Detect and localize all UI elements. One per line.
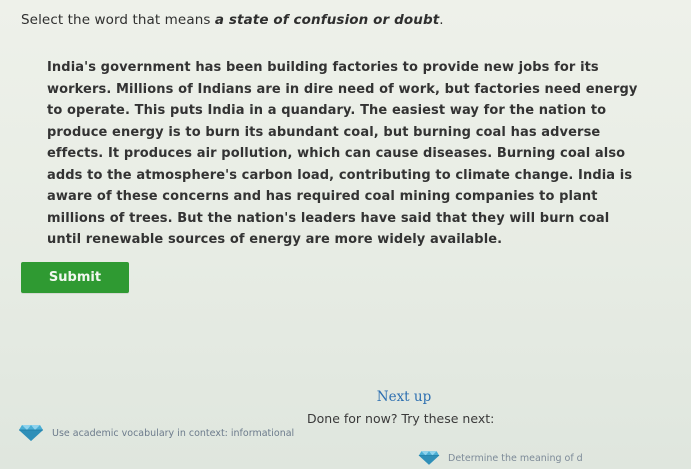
question-prefix: Select the word that means	[21, 12, 215, 28]
practice-screen: Select the word that means a state of co…	[0, 0, 691, 469]
question-prompt: Select the word that means a state of co…	[21, 12, 444, 28]
diamond-icon	[418, 450, 440, 466]
question-target-definition: a state of confusion or doubt	[214, 12, 440, 28]
recommendation-link[interactable]: Determine the meaning of d	[418, 450, 583, 466]
recommendation-link[interactable]: Use academic vocabulary in context: info…	[18, 424, 294, 442]
next-up-heading: Next up	[376, 389, 432, 405]
question-suffix: .	[439, 12, 444, 28]
reading-passage[interactable]: India's government has been building fac…	[47, 57, 647, 251]
recommendation-label: Use academic vocabulary in context: info…	[52, 427, 295, 439]
submit-button[interactable]: Submit	[21, 262, 129, 293]
done-for-now-text: Done for now? Try these next:	[307, 411, 495, 426]
diamond-icon	[18, 424, 44, 442]
recommendation-label: Determine the meaning of d	[448, 452, 583, 464]
